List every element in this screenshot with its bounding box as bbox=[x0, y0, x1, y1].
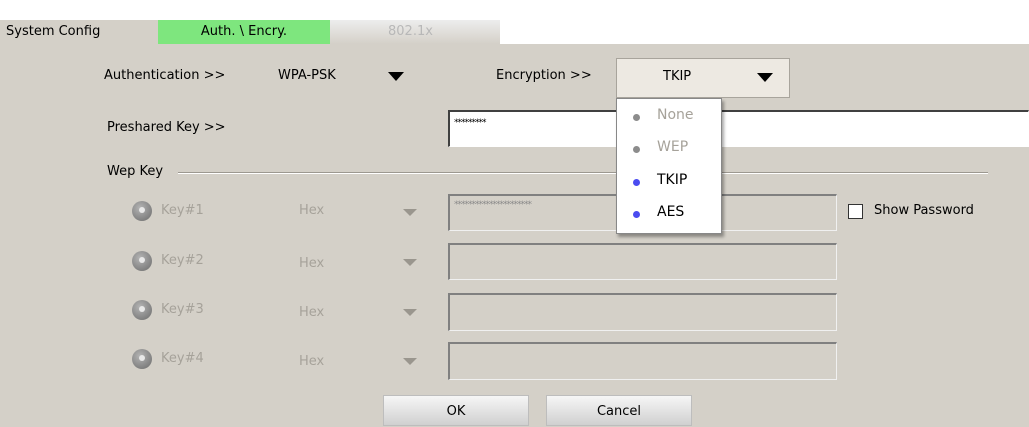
key1-format[interactable]: Hex bbox=[299, 203, 324, 218]
encryption-option-aes[interactable]: AES bbox=[617, 199, 721, 229]
key3-input[interactable] bbox=[448, 293, 837, 331]
encryption-option-wep: WEP bbox=[617, 134, 721, 164]
key3-format[interactable]: Hex bbox=[299, 305, 324, 320]
authentication-select[interactable]: WPA-PSK bbox=[270, 60, 420, 94]
chevron-down-icon[interactable] bbox=[403, 358, 417, 365]
option-dot-icon bbox=[633, 114, 640, 121]
tab-system-config[interactable]: System Config bbox=[0, 20, 158, 44]
chevron-down-icon[interactable] bbox=[403, 209, 417, 216]
preshared-key-value: ********* bbox=[454, 118, 486, 128]
preshared-key-label: Preshared Key >> bbox=[107, 120, 226, 135]
chevron-down-icon[interactable] bbox=[403, 259, 417, 266]
chevron-down-icon bbox=[757, 73, 773, 82]
option-dot-icon bbox=[633, 146, 640, 153]
encryption-select[interactable]: TKIP bbox=[616, 58, 790, 98]
tab-8021x[interactable]: 802.1x bbox=[330, 20, 500, 44]
option-label: WEP bbox=[657, 139, 689, 155]
tab-strip: System Config Auth. \ Encry. 802.1x bbox=[0, 0, 1029, 44]
key1-value: ********************** bbox=[454, 200, 532, 210]
encryption-label: Encryption >> bbox=[496, 68, 592, 83]
encryption-option-tkip[interactable]: TKIP bbox=[617, 167, 721, 197]
encryption-option-none: None bbox=[617, 102, 721, 132]
cancel-button[interactable]: Cancel bbox=[546, 395, 692, 426]
authentication-label: Authentication >> bbox=[104, 68, 226, 83]
key2-label: Key#2 bbox=[161, 253, 204, 268]
key2-radio[interactable] bbox=[132, 251, 152, 271]
ok-button[interactable]: OK bbox=[383, 395, 529, 426]
wep-key-group-label: Wep Key bbox=[107, 164, 164, 179]
option-dot-icon bbox=[633, 211, 640, 218]
wep-key-group-divider bbox=[178, 172, 988, 174]
chevron-down-icon[interactable] bbox=[403, 309, 417, 316]
chevron-down-icon bbox=[388, 72, 404, 81]
option-label: AES bbox=[657, 204, 685, 220]
option-dot-icon bbox=[633, 179, 640, 186]
preshared-key-input[interactable]: ********* bbox=[448, 110, 1029, 147]
option-label: None bbox=[657, 107, 694, 123]
key4-label: Key#4 bbox=[161, 351, 204, 366]
key2-input[interactable] bbox=[448, 243, 837, 280]
encryption-dropdown-list: None WEP TKIP AES bbox=[616, 98, 722, 234]
show-password-label[interactable]: Show Password bbox=[874, 203, 974, 218]
key2-format[interactable]: Hex bbox=[299, 256, 324, 271]
key4-radio[interactable] bbox=[132, 349, 152, 369]
show-password-checkbox[interactable] bbox=[848, 204, 863, 219]
key4-format[interactable]: Hex bbox=[299, 354, 324, 369]
encryption-value: TKIP bbox=[663, 69, 692, 84]
authentication-value: WPA-PSK bbox=[278, 68, 336, 83]
option-label: TKIP bbox=[657, 172, 688, 188]
key1-label: Key#1 bbox=[161, 203, 204, 218]
key1-radio[interactable] bbox=[132, 201, 152, 221]
tab-auth-encry[interactable]: Auth. \ Encry. bbox=[158, 20, 330, 44]
key3-label: Key#3 bbox=[161, 302, 204, 317]
key4-input[interactable] bbox=[448, 342, 837, 380]
key3-radio[interactable] bbox=[132, 300, 152, 320]
